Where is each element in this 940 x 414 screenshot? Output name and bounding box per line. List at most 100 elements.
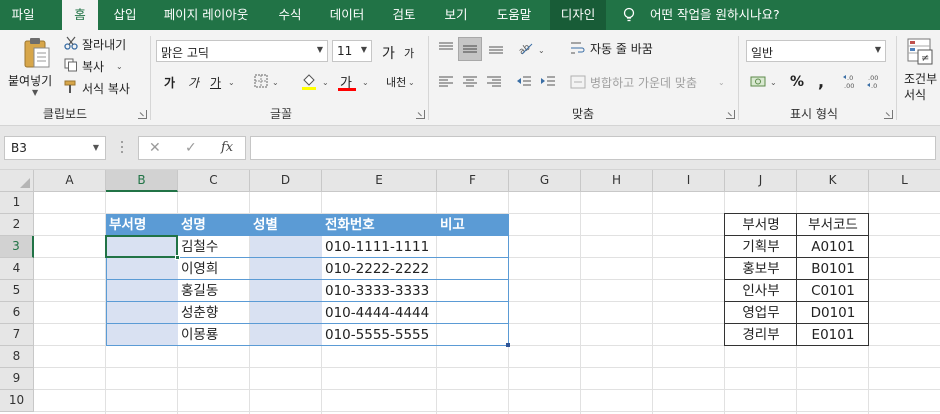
row-header-10[interactable]: 10	[0, 390, 34, 412]
table-cell-dept[interactable]	[106, 258, 178, 280]
tab-formulas[interactable]: 수식	[268, 0, 312, 30]
table-cell-phone[interactable]: 010-1111-1111	[322, 236, 437, 258]
copy-button[interactable]: 복사	[82, 58, 104, 75]
reference-code-cell[interactable]: C0101	[797, 280, 869, 302]
row-header-2[interactable]: 2	[0, 214, 34, 236]
reference-code-cell[interactable]: D0101	[797, 302, 869, 324]
shrink-font-button[interactable]: 가	[404, 45, 414, 61]
column-header-l[interactable]: L	[869, 170, 940, 192]
comma-button[interactable]: ,	[818, 72, 824, 91]
row-header-3[interactable]: 3	[0, 236, 34, 258]
table-cell-phone[interactable]: 010-3333-3333	[322, 280, 437, 302]
tab-view[interactable]: 보기	[434, 0, 478, 30]
cut-icon[interactable]	[64, 36, 78, 53]
enter-button[interactable]: ✓	[185, 140, 197, 156]
borders-dropdown-icon[interactable]: ⌄	[272, 78, 279, 87]
conditional-formatting-icon[interactable]: ≠	[906, 36, 936, 69]
table-cell-dept[interactable]	[106, 324, 178, 346]
clipboard-launcher-icon[interactable]	[138, 110, 147, 119]
column-header-d[interactable]: D	[250, 170, 322, 192]
alignment-launcher-icon[interactable]	[726, 110, 735, 119]
formula-input[interactable]	[250, 136, 936, 160]
column-header-a[interactable]: A	[34, 170, 106, 192]
underline-button[interactable]: 가	[210, 74, 221, 91]
table-cell-dept[interactable]	[106, 302, 178, 324]
merge-center-button[interactable]: 병합하고 가운데 맞춤	[590, 74, 697, 91]
accounting-format-icon[interactable]	[750, 74, 768, 93]
number-format-select[interactable]: 일반 ▼	[746, 40, 886, 62]
align-left-icon[interactable]	[438, 74, 454, 93]
wrap-text-button[interactable]: 자동 줄 바꿈	[590, 40, 653, 57]
reference-code-cell[interactable]: E0101	[797, 324, 869, 346]
number-launcher-icon[interactable]	[884, 110, 893, 119]
format-painter-icon[interactable]	[64, 80, 78, 97]
reference-code-cell[interactable]: A0101	[797, 236, 869, 258]
tell-me-box[interactable]: 어떤 작업을 원하시나요?	[620, 0, 920, 30]
increase-decimal-icon[interactable]: .0.00	[842, 72, 860, 93]
table-cell-name[interactable]: 홍길동	[178, 280, 250, 302]
paste-label[interactable]: 붙여넣기	[8, 72, 52, 89]
bottom-align-icon[interactable]	[488, 40, 504, 59]
table-header-cell[interactable]: 성별	[250, 214, 322, 236]
fill-handle[interactable]	[175, 255, 180, 260]
column-header-g[interactable]: G	[509, 170, 581, 192]
font-launcher-icon[interactable]	[416, 110, 425, 119]
conditional-formatting-label[interactable]: 조건부	[904, 70, 937, 87]
underline-dropdown-icon[interactable]: ⌄	[228, 78, 235, 87]
table-cell-name[interactable]: 이몽룡	[178, 324, 250, 346]
column-header-j[interactable]: J	[725, 170, 797, 192]
merge-dropdown-icon[interactable]: ⌄	[718, 78, 725, 87]
decrease-indent-icon[interactable]	[516, 74, 532, 93]
copy-icon[interactable]	[64, 58, 78, 75]
row-header-4[interactable]: 4	[0, 258, 34, 280]
table-cell-name[interactable]: 성춘향	[178, 302, 250, 324]
row-header-7[interactable]: 7	[0, 324, 34, 346]
italic-button[interactable]: 가	[188, 74, 199, 91]
phonetic-dropdown-icon[interactable]: ⌄	[408, 78, 415, 87]
table-cell-phone[interactable]: 010-4444-4444	[322, 302, 437, 324]
row-header-9[interactable]: 9	[0, 368, 34, 390]
table-cell-name[interactable]: 이영희	[178, 258, 250, 280]
table-cell-note[interactable]	[437, 258, 509, 280]
align-right-icon[interactable]	[486, 74, 502, 93]
active-cell-cursor[interactable]	[105, 235, 178, 258]
tab-home[interactable]: 홈	[62, 0, 98, 30]
column-header-h[interactable]: H	[581, 170, 653, 192]
top-align-icon[interactable]	[438, 40, 454, 59]
reference-dept-cell[interactable]: 영업무	[725, 302, 797, 324]
row-header-6[interactable]: 6	[0, 302, 34, 324]
orientation-dropdown-icon[interactable]: ⌄	[538, 46, 545, 55]
tab-review[interactable]: 검토	[382, 0, 426, 30]
paste-button[interactable]	[22, 36, 52, 73]
table-cell-note[interactable]	[437, 324, 509, 346]
fill-color-icon[interactable]	[300, 72, 318, 93]
reference-dept-cell[interactable]: 홍보부	[725, 258, 797, 280]
paste-dropdown-icon[interactable]: ▼	[32, 88, 38, 97]
select-all-button[interactable]	[0, 170, 34, 192]
borders-icon[interactable]	[254, 74, 268, 91]
tab-data[interactable]: 데이터	[320, 0, 374, 30]
table-cell-gender[interactable]	[250, 324, 322, 346]
accounting-dropdown-icon[interactable]: ⌄	[770, 78, 777, 87]
tab-help[interactable]: 도움말	[486, 0, 542, 30]
name-box[interactable]: B3 ▼	[4, 136, 106, 160]
row-header-1[interactable]: 1	[0, 192, 34, 214]
wrap-text-icon[interactable]	[570, 40, 586, 59]
reference-header-cell[interactable]: 부서코드	[797, 214, 869, 236]
formula-bar-splitter[interactable]	[116, 138, 128, 158]
table-cell-gender[interactable]	[250, 302, 322, 324]
format-painter-button[interactable]: 서식 복사	[82, 80, 130, 97]
align-center-icon[interactable]	[462, 74, 478, 93]
table-cell-name[interactable]: 김철수	[178, 236, 250, 258]
increase-indent-icon[interactable]	[540, 74, 556, 93]
column-header-b[interactable]: B	[106, 170, 178, 192]
cut-button[interactable]: 잘라내기	[82, 36, 126, 53]
row-header-5[interactable]: 5	[0, 280, 34, 302]
tab-design[interactable]: 디자인	[550, 0, 606, 30]
font-size-select[interactable]: 11 ▼	[332, 40, 372, 62]
tab-page-layout[interactable]: 페이지 레이아웃	[154, 0, 258, 30]
table-cell-gender[interactable]	[250, 280, 322, 302]
cancel-button[interactable]: ✕	[149, 140, 161, 156]
reference-code-cell[interactable]: B0101	[797, 258, 869, 280]
bold-button[interactable]: 가	[164, 74, 175, 91]
